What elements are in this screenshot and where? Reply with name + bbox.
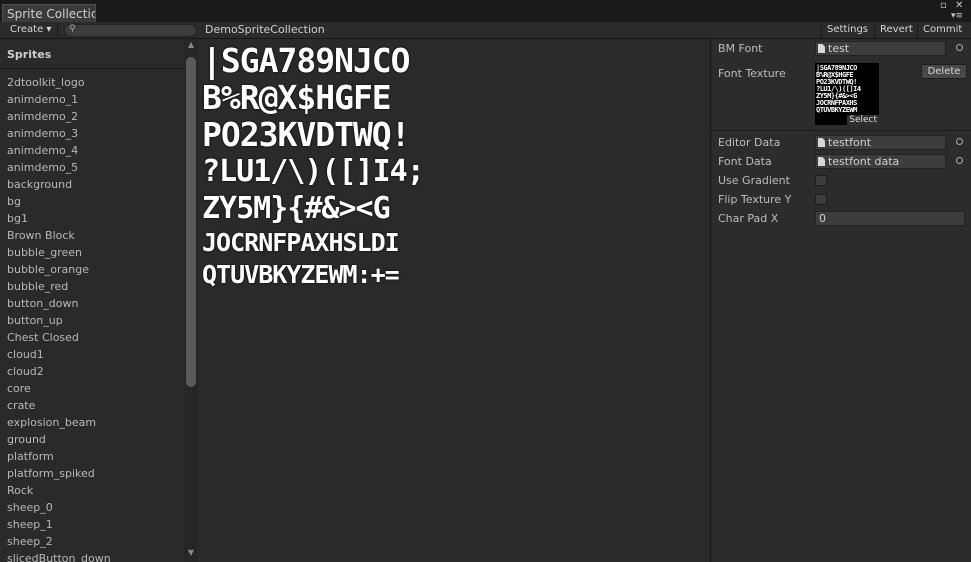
use-gradient-checkbox[interactable]: [815, 175, 827, 186]
revert-button[interactable]: Revert: [874, 22, 918, 39]
bm-font-row: BM Font test: [711, 39, 971, 58]
tab-sprite-collection[interactable]: Sprite Collectic: [2, 4, 96, 22]
editor-data-label: Editor Data: [718, 136, 781, 149]
sprite-list-item[interactable]: animdemo_5: [0, 159, 184, 176]
object-picker-icon[interactable]: [956, 157, 963, 164]
sprite-list-item[interactable]: sheep_2: [0, 533, 184, 550]
sprite-list-item[interactable]: Chest Closed: [0, 329, 184, 346]
font-source-section: BM Font test Font Texture |SGA789NJCO B%…: [711, 39, 971, 131]
sprite-list-item[interactable]: explosion_beam: [0, 414, 184, 431]
use-gradient-row: Use Gradient: [711, 171, 971, 190]
sprite-list-item[interactable]: bubble_red: [0, 278, 184, 295]
glyph-row: ?LU1/\)([]I4;: [202, 154, 425, 189]
menu-icon[interactable]: ▾≡: [951, 11, 963, 21]
glyph-row: |SGA789NJCO: [202, 42, 411, 80]
file-icon: [818, 44, 825, 53]
font-data-row: Font Data testfont data: [711, 152, 971, 171]
sprites-panel: Sprites 2dtoolkit_logo animdemo_1 animdemo…: [0, 39, 184, 562]
font-texture-thumbnail[interactable]: |SGA789NJCO B%R@X$HGFE PO23KVDTWQ! ?LU1/…: [815, 63, 879, 125]
texture-preview: |SGA789NJCO B%R@X$HGFE PO23KVDTWQ! ?LU1/\)(…: [198, 39, 710, 562]
delete-button[interactable]: Delete: [921, 64, 967, 79]
sprite-list-item[interactable]: Brown Block: [0, 227, 184, 244]
close-icon[interactable]: ✕: [955, 0, 963, 11]
sprite-list-item[interactable]: sheep_1: [0, 516, 184, 533]
toolbar: Create ▾ ⚲ DemoSpriteCollection Settings…: [0, 22, 971, 39]
glyph-row: PO23KVDTWQ!: [202, 115, 411, 154]
font-texture-thumb-glyphs: |SGA789NJCO B%R@X$HGFE PO23KVDTWQ! ?LU1/…: [816, 64, 861, 114]
sprite-list-item[interactable]: core: [0, 380, 184, 397]
sprite-list-item[interactable]: cloud1: [0, 346, 184, 363]
use-gradient-label: Use Gradient: [718, 174, 790, 187]
bm-font-field[interactable]: test: [815, 41, 946, 56]
font-data-field[interactable]: testfont data: [815, 154, 946, 169]
settings-button[interactable]: Settings: [821, 22, 873, 39]
sprite-list-item[interactable]: bg: [0, 193, 184, 210]
glyph-row: ZY5M}{#&><G: [202, 191, 391, 226]
sprite-list-item[interactable]: bubble_green: [0, 244, 184, 261]
create-button[interactable]: Create ▾: [4, 23, 59, 38]
file-icon: [818, 157, 825, 166]
glyph-row: JOCRNFPAXHSLDI: [202, 228, 400, 257]
object-picker-icon[interactable]: [956, 138, 963, 145]
editor-data-row: Editor Data testfont: [711, 133, 971, 152]
bm-font-label: BM Font: [718, 42, 763, 55]
char-pad-x-row: Char Pad X 0: [711, 209, 971, 228]
sprite-list-item[interactable]: sheep_0: [0, 499, 184, 516]
glyph-row: QTUVBKYZEWM:+=: [202, 260, 400, 289]
sprite-list-item[interactable]: button_up: [0, 312, 184, 329]
sprite-list-item[interactable]: animdemo_1: [0, 91, 184, 108]
sprite-list-item[interactable]: cloud2: [0, 363, 184, 380]
maximize-icon[interactable]: ▫: [940, 0, 947, 11]
sprite-list-item[interactable]: animdemo_2: [0, 108, 184, 125]
sprite-list-item[interactable]: bubble_orange: [0, 261, 184, 278]
bm-font-value: test: [828, 42, 850, 55]
sprite-list-item[interactable]: slicedButton_down: [0, 550, 184, 562]
sprite-list-item[interactable]: crate: [0, 397, 184, 414]
font-data-label: Font Data: [718, 155, 772, 168]
glyph-row: B%R@X$HGFE: [202, 78, 392, 117]
commit-button[interactable]: Commit: [917, 22, 967, 39]
collection-name: DemoSpriteCollection: [205, 23, 325, 36]
scroll-up-icon[interactable]: ▲: [186, 41, 196, 49]
editor-data-field[interactable]: testfont: [815, 135, 946, 150]
sprite-list-item[interactable]: animdemo_3: [0, 125, 184, 142]
flip-texture-y-label: Flip Texture Y: [718, 193, 792, 206]
scroll-thumb[interactable]: [186, 57, 196, 387]
sprite-list-item[interactable]: animdemo_4: [0, 142, 184, 159]
flip-texture-y-row: Flip Texture Y: [711, 190, 971, 209]
file-icon: [818, 138, 825, 147]
char-pad-x-field[interactable]: 0: [815, 211, 965, 226]
editor-data-value: testfont: [828, 136, 872, 149]
search-icon: ⚲: [69, 24, 76, 34]
char-pad-x-label: Char Pad X: [718, 212, 779, 225]
font-inspector: BM Font test Font Texture |SGA789NJCO B%…: [710, 39, 971, 562]
font-glyph-sheet: |SGA789NJCO B%R@X$HGFE PO23KVDTWQ! ?LU1/\)(…: [202, 42, 462, 290]
sprite-list-item[interactable]: bg1: [0, 210, 184, 227]
window-tab-bar: Sprite Collectic ▫ ✕ ▾≡: [0, 0, 971, 22]
sprite-list-item[interactable]: 2dtoolkit_logo: [0, 74, 184, 91]
font-texture-label: Font Texture: [718, 67, 786, 80]
sprite-list-item[interactable]: background: [0, 176, 184, 193]
scroll-down-icon[interactable]: ▼: [186, 549, 196, 557]
sprite-list-item[interactable]: ground: [0, 431, 184, 448]
sprite-list-item[interactable]: platform: [0, 448, 184, 465]
flip-texture-y-checkbox[interactable]: [815, 194, 827, 205]
texture-select-button[interactable]: Select: [847, 115, 879, 125]
sprite-list-scrollbar[interactable]: ▲ ▼: [184, 39, 198, 562]
sprite-list-item[interactable]: Rock: [0, 482, 184, 499]
object-picker-icon[interactable]: [956, 44, 963, 51]
sprite-list-item[interactable]: button_down: [0, 295, 184, 312]
search-input[interactable]: ⚲: [64, 24, 197, 37]
font-data-value: testfont data: [828, 155, 900, 168]
sprite-list: 2dtoolkit_logo animdemo_1 animdemo_2 animde…: [0, 69, 184, 562]
sprites-header: Sprites: [0, 39, 184, 69]
sprite-list-item[interactable]: platform_spiked: [0, 465, 184, 482]
font-settings-section: Editor Data testfont Font Data testfont …: [711, 131, 971, 228]
